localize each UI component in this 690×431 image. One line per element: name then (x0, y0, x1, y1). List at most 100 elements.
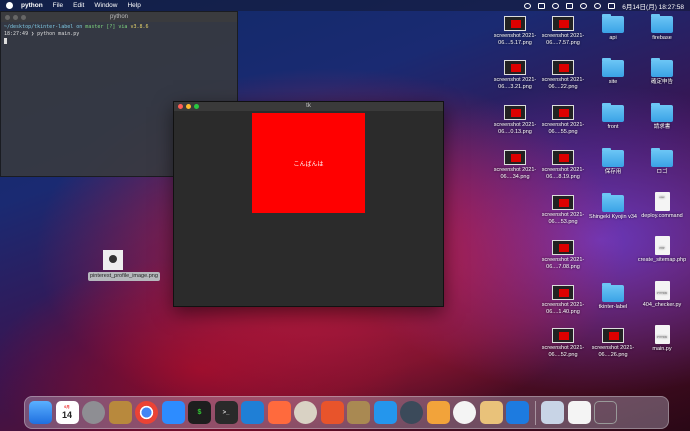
desktop-icon[interactable]: screenshot 2021-06....8.19.png (538, 150, 588, 180)
image-thumbnail-icon (552, 60, 574, 75)
quicktime-icon[interactable] (400, 401, 423, 424)
image-thumbnail-icon (552, 105, 574, 120)
desktop-icon[interactable]: screenshot 2021-06....3.21.png (490, 60, 540, 90)
desktop-icon-label: screenshot 2021-06....1.40.png (541, 302, 585, 315)
sequel-icon[interactable] (294, 401, 317, 424)
trash-icon[interactable] (594, 401, 617, 424)
desktop-icon[interactable]: ロゴ (637, 148, 687, 176)
utility-icon[interactable] (347, 401, 370, 424)
traffic-lights (5, 15, 26, 20)
search-icon[interactable] (594, 2, 602, 9)
python-file-icon (654, 325, 670, 344)
desktop-icon-label: screenshot 2021-06....22.png (541, 77, 585, 90)
calendar-icon[interactable]: 6月 14 (55, 401, 79, 424)
network-icon[interactable] (426, 401, 450, 424)
desktop-icon[interactable]: 404_checker.py (637, 281, 687, 309)
menu-bar: python File Edit Window Help 6月14日(月) 18… (0, 0, 690, 11)
desktop-icon[interactable]: screenshot 2021-06....55.png (538, 105, 588, 135)
desktop-icon-label: 確定申告 (650, 79, 673, 85)
zoom-button[interactable] (21, 15, 26, 20)
terminal-line: 18:27:49 ❯ python main.py (4, 31, 234, 38)
close-button[interactable] (5, 15, 10, 20)
calendar-day: 14 (61, 410, 72, 420)
menu-edit[interactable]: Edit (73, 2, 84, 9)
document-stack-icon[interactable] (567, 401, 591, 424)
desktop-icon[interactable]: site (588, 58, 638, 86)
desktop-icon[interactable]: screenshot 2021-06....7.57.png (538, 16, 588, 46)
status-area: 6月14日(月) 18:27:58 (524, 1, 684, 11)
desktop-icon[interactable]: firebase (637, 14, 687, 42)
tk-titlebar[interactable]: tk (174, 102, 443, 111)
postman-icon[interactable] (267, 401, 291, 424)
accessibility-icon[interactable] (453, 401, 476, 424)
desktop-icon[interactable]: 保存用 (588, 148, 638, 176)
menu-help[interactable]: Help (127, 2, 140, 9)
wifi-icon[interactable] (580, 2, 588, 9)
desktop-icon-label: screenshot 2021-06....34.png (493, 167, 537, 180)
menu-file[interactable]: File (53, 2, 63, 9)
desktop-icon[interactable]: deploy.command (637, 192, 687, 220)
minimize-button[interactable] (13, 15, 18, 20)
zoom-button[interactable] (194, 104, 199, 109)
zoom-icon[interactable] (161, 401, 185, 424)
infinity-icon[interactable] (506, 401, 529, 424)
desktop-icon[interactable]: api (588, 14, 638, 42)
desktop-icon[interactable]: main.py (637, 325, 687, 353)
desktop-icon[interactable]: Shingeki Kyojin v34 (588, 193, 638, 221)
terminal-titlebar[interactable]: python (1, 12, 237, 22)
desktop-icon-label: firebase (652, 35, 672, 41)
apple-icon[interactable] (6, 2, 13, 9)
menu-window[interactable]: Window (94, 2, 117, 9)
desktop-icon[interactable]: 確定申告 (637, 58, 687, 86)
desktop-icon[interactable]: create_sitemap.php (637, 236, 687, 264)
minimize-button[interactable] (186, 104, 191, 109)
desktop-icon[interactable]: screenshot 2021-06....5.17.png (490, 16, 540, 46)
terminal-title: python (109, 14, 128, 20)
desktop-icon[interactable]: screenshot 2021-06....26.png (588, 328, 638, 358)
desktop-icon[interactable]: screenshot 2021-06....22.png (538, 60, 588, 90)
preview-icon[interactable] (479, 401, 503, 424)
battery-icon[interactable] (566, 2, 574, 9)
desktop-icon-label: deploy.command (641, 213, 683, 219)
dock: 6月 14 $ >_ (24, 396, 669, 429)
menu-clock[interactable]: 6月14日(月) 18:27:58 (622, 1, 684, 11)
menu-app-name[interactable]: python (21, 2, 43, 9)
shell-script-icon (654, 192, 670, 211)
terminal-line (4, 38, 234, 46)
folder-icon (602, 103, 624, 122)
system-preferences-icon[interactable] (82, 401, 105, 424)
image-thumbnail-icon (504, 150, 526, 165)
iterm-icon[interactable]: $ (188, 401, 211, 424)
status-square-icon[interactable] (538, 2, 546, 9)
status-circle-icon[interactable] (524, 2, 532, 9)
finder-icon[interactable] (29, 401, 52, 424)
archive-icon[interactable] (108, 401, 132, 424)
docker-icon[interactable] (373, 401, 397, 424)
terminal-output[interactable]: ~/desktop/tkinter-label on master [?] vi… (1, 22, 237, 48)
desktop-icon[interactable]: pinterest_profile_image.png (88, 250, 160, 281)
desktop-icon-label: ロゴ (656, 169, 668, 175)
desktop-icon[interactable]: screenshot 2021-06....0.13.png (490, 105, 540, 135)
desktop-icon[interactable]: 請求書 (637, 103, 687, 131)
chrome-icon[interactable] (135, 401, 158, 424)
desktop-icon-label: screenshot 2021-06....8.19.png (541, 167, 585, 180)
image-thumbnail-icon (504, 105, 526, 120)
desktop-icon[interactable]: screenshot 2021-06....7.08.png (538, 240, 588, 270)
control-center-icon[interactable] (608, 2, 616, 9)
desktop-icon[interactable]: screenshot 2021-06....52.png (538, 328, 588, 358)
desktop-icon[interactable]: screenshot 2021-06....34.png (490, 150, 540, 180)
status-info-icon[interactable] (552, 2, 560, 9)
terminal-line: ~/desktop/tkinter-label on master [?] vi… (4, 24, 234, 31)
desktop-icon[interactable]: front (588, 103, 638, 131)
desktop-icon[interactable]: screenshot 2021-06....53.png (538, 195, 588, 225)
vscode-icon[interactable] (241, 401, 264, 424)
downloads-stack-icon[interactable] (541, 401, 564, 424)
terminal-icon[interactable]: >_ (214, 401, 238, 424)
close-button[interactable] (178, 104, 183, 109)
desktop-icon[interactable]: screenshot 2021-06....1.40.png (538, 285, 588, 315)
monitor-icon[interactable] (320, 401, 344, 424)
desktop-icon[interactable]: tkinter-label (588, 283, 638, 311)
image-thumbnail-icon (552, 16, 574, 31)
tk-window[interactable]: tk こんばんは (173, 101, 444, 307)
folder-icon (651, 103, 673, 122)
